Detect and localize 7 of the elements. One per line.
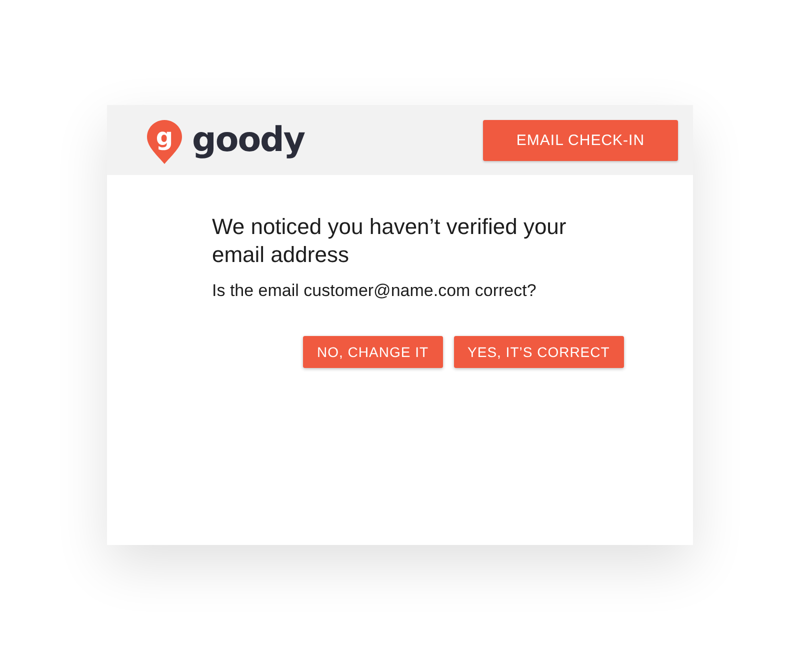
- logo-wordmark: goody: [192, 120, 305, 160]
- dialog-question: Is the email customer@name.com correct?: [212, 281, 538, 301]
- email-check-in-button[interactable]: EMAIL CHECK-IN: [483, 120, 678, 160]
- confirm-email-button[interactable]: YES, IT’S CORRECT: [454, 336, 624, 368]
- change-email-button[interactable]: NO, CHANGE IT: [303, 336, 443, 368]
- logo-mark: g: [147, 120, 182, 164]
- dialog-title: We noticed you haven’t verified your email address: [212, 213, 568, 269]
